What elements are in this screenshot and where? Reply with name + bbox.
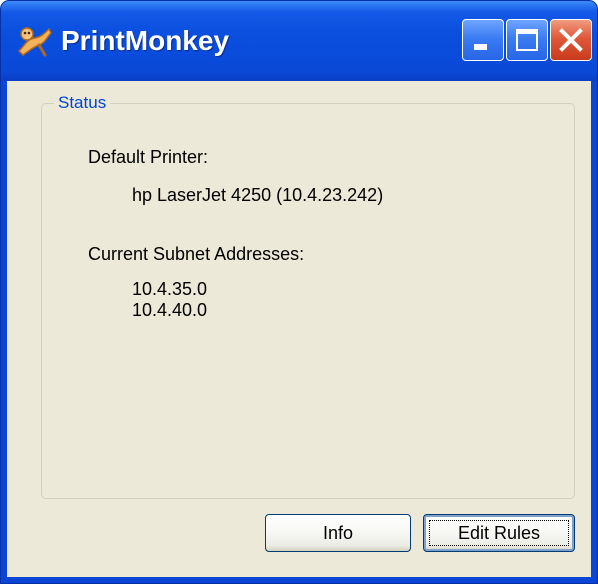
close-button[interactable] xyxy=(550,19,592,61)
edit-rules-label: Edit Rules xyxy=(457,523,541,543)
subnet-address-item: 10.4.40.0 xyxy=(132,300,208,320)
subnet-addresses-label: Current Subnet Addresses: xyxy=(88,244,305,264)
subnet-address-item: 10.4.35.0 xyxy=(132,279,208,299)
window-title: PrintMonkey xyxy=(61,25,230,56)
monkey-app-icon xyxy=(17,27,52,57)
maximize-icon xyxy=(516,29,538,51)
minimize-button[interactable] xyxy=(462,19,504,61)
status-group-label: Status xyxy=(54,93,111,113)
client-area: Status Default Printer: hp LaserJet 4250… xyxy=(7,81,591,577)
close-icon xyxy=(559,28,583,52)
maximize-button[interactable] xyxy=(506,19,548,61)
printmonkey-window: PrintMonkey Status Default Printer: hp L… xyxy=(0,0,598,584)
edit-rules-button[interactable]: Edit Rules xyxy=(423,514,575,552)
default-printer-label: Default Printer: xyxy=(88,147,209,167)
minimize-icon xyxy=(474,44,487,50)
status-groupbox: Status Default Printer: hp LaserJet 4250… xyxy=(41,93,575,499)
info-button[interactable]: Info xyxy=(265,514,411,552)
title-bar[interactable]: PrintMonkey xyxy=(1,1,597,81)
default-printer-value: hp LaserJet 4250 (10.4.23.242) xyxy=(132,185,384,205)
